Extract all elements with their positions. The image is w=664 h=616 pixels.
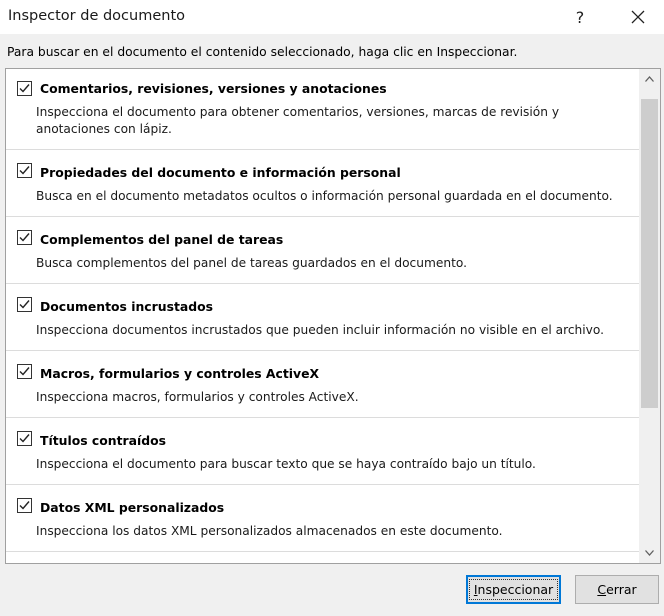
- scroll-down-button[interactable]: [639, 544, 660, 562]
- option-description: Busca en el documento metadatos ocultos …: [36, 189, 613, 203]
- option-comments-revisions[interactable]: Comentarios, revisiones, versiones y ano…: [6, 69, 639, 149]
- checkmark-icon: [19, 300, 30, 309]
- option-collapsed-headings[interactable]: Títulos contraídos Inspecciona el docume…: [6, 418, 639, 484]
- inspect-label-rest: nspeccionar: [477, 582, 554, 597]
- option-checkbox[interactable]: [17, 364, 32, 379]
- option-embedded-documents[interactable]: Documentos incrustados Inspecciona docum…: [6, 284, 639, 350]
- option-divider: [6, 551, 639, 552]
- help-icon: ?: [575, 7, 585, 27]
- option-title: Macros, formularios y controles ActiveX: [40, 366, 320, 381]
- option-task-pane-addins[interactable]: Complementos del panel de tareas Busca c…: [6, 217, 639, 283]
- option-checkbox[interactable]: [17, 163, 32, 178]
- option-description: Inspecciona macros, formularios y contro…: [36, 390, 359, 404]
- option-title: Títulos contraídos: [40, 433, 166, 448]
- checkmark-icon: [19, 84, 30, 93]
- checkmark-icon: [19, 166, 30, 175]
- title-bar: Inspector de documento ?: [0, 0, 664, 34]
- option-checkbox[interactable]: [17, 431, 32, 446]
- close-accesskey: C: [597, 582, 607, 597]
- option-macros-activex[interactable]: Macros, formularios y controles ActiveX …: [6, 351, 639, 417]
- inspect-button-label: Inspeccionar: [468, 579, 559, 600]
- option-title: Comentarios, revisiones, versiones y ano…: [40, 81, 387, 96]
- option-description: Busca complementos del panel de tareas g…: [36, 256, 467, 270]
- option-title: Documentos incrustados: [40, 299, 213, 314]
- option-description: Inspecciona el documento para buscar tex…: [36, 457, 536, 471]
- option-description: Inspecciona el documento para obtener co…: [36, 105, 560, 136]
- scroll-thumb[interactable]: [641, 99, 658, 408]
- checkmark-icon: [19, 501, 30, 510]
- option-checkbox[interactable]: [17, 81, 32, 96]
- checkmark-icon: [19, 367, 30, 376]
- close-icon: [631, 10, 645, 24]
- checkmark-icon: [19, 434, 30, 443]
- option-checkbox[interactable]: [17, 297, 32, 312]
- close-button-label: Cerrar: [597, 582, 636, 597]
- instruction-text: Para buscar en el documento el contenido…: [7, 45, 518, 59]
- option-checkbox[interactable]: [17, 498, 32, 513]
- inspection-options-list[interactable]: Comentarios, revisiones, versiones y ano…: [5, 68, 661, 564]
- chevron-down-icon: [645, 550, 654, 556]
- option-title: Complementos del panel de tareas: [40, 232, 284, 247]
- checkmark-icon: [19, 233, 30, 242]
- option-title: Propiedades del documento e información …: [40, 165, 401, 180]
- option-document-properties[interactable]: Propiedades del documento e información …: [6, 150, 639, 216]
- window-title: Inspector de documento: [8, 8, 186, 24]
- option-description: Inspecciona documentos incrustados que p…: [36, 323, 604, 337]
- option-checkbox[interactable]: [17, 230, 32, 245]
- vertical-scrollbar[interactable]: [639, 69, 660, 563]
- close-label-rest: errar: [606, 582, 637, 597]
- help-button[interactable]: ?: [562, 0, 598, 34]
- close-button[interactable]: Cerrar: [575, 575, 659, 604]
- chevron-up-icon: [645, 76, 654, 82]
- inspect-button[interactable]: Inspeccionar: [466, 575, 561, 604]
- close-window-button[interactable]: [620, 0, 656, 34]
- scroll-up-button[interactable]: [639, 70, 660, 88]
- option-description: Inspecciona los datos XML personalizados…: [36, 524, 503, 538]
- option-custom-xml-data[interactable]: Datos XML personalizados Inspecciona los…: [6, 485, 639, 551]
- option-title: Datos XML personalizados: [40, 500, 225, 515]
